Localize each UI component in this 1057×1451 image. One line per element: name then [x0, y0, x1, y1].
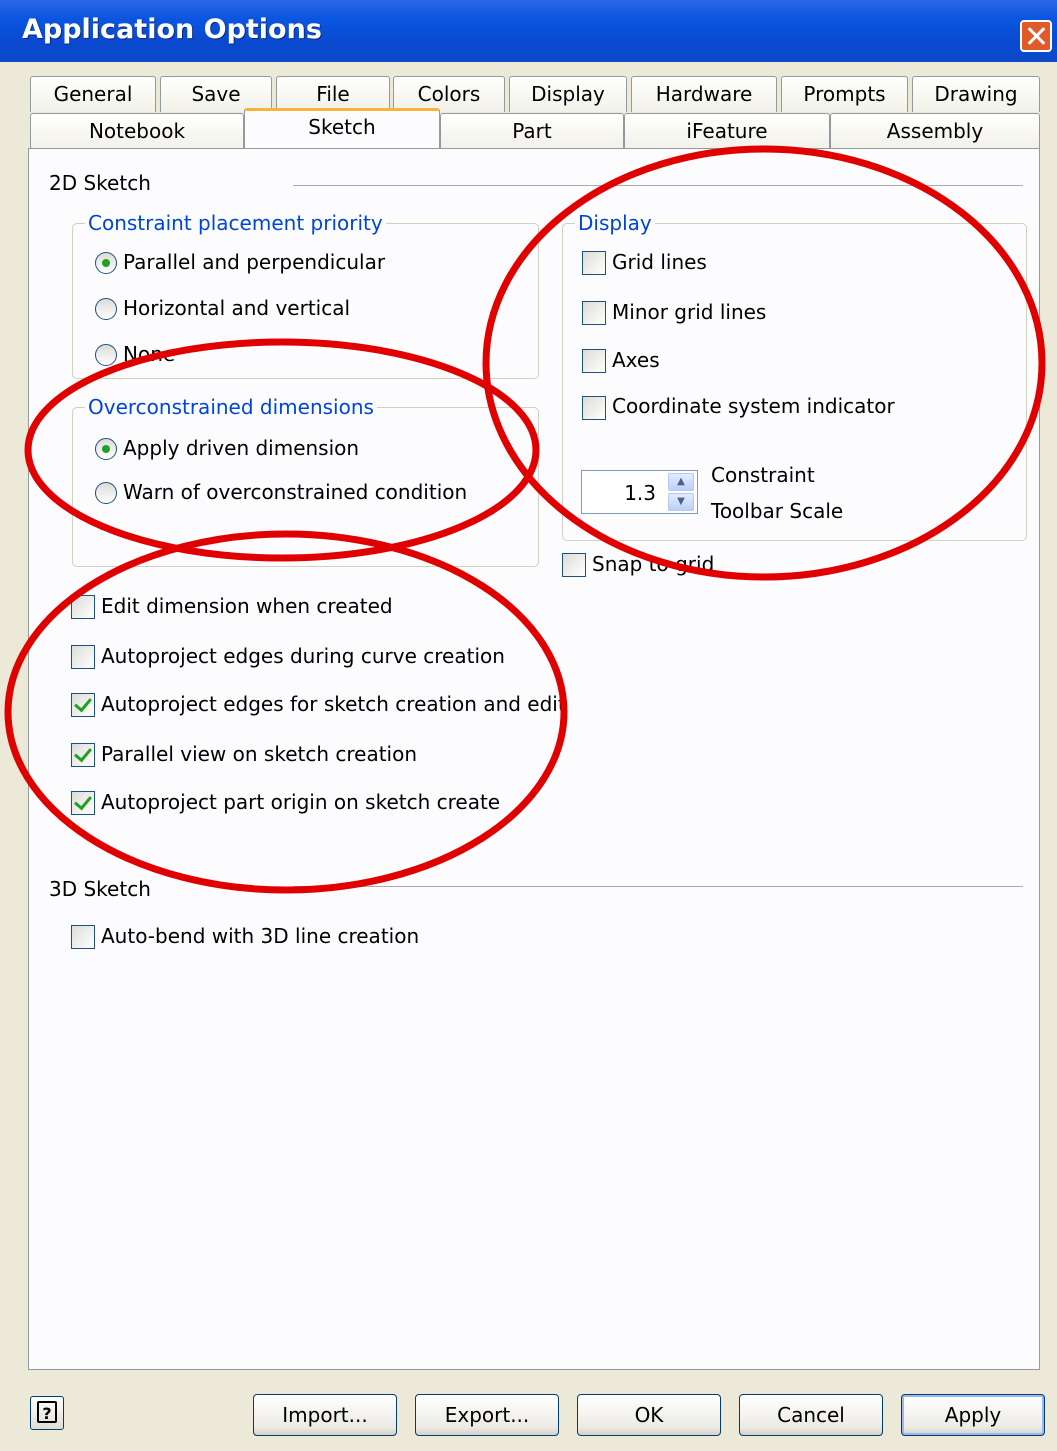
checkbox-autoproject-sketch[interactable]	[71, 693, 95, 717]
tab-colors[interactable]: Colors	[393, 76, 505, 112]
spin-up-icon[interactable]: ▲	[668, 473, 694, 491]
help-button[interactable]: ?	[30, 1396, 64, 1430]
checkbox-auto-bend[interactable]	[71, 925, 95, 949]
cancel-button[interactable]: Cancel	[739, 1394, 883, 1436]
checkbox-minor-grid-lines[interactable]	[582, 301, 606, 325]
checkbox-snap-to-grid[interactable]	[562, 553, 586, 577]
section-2d-sketch: 2D Sketch	[49, 171, 151, 195]
tab-save[interactable]: Save	[160, 76, 272, 112]
close-icon[interactable]	[1020, 20, 1052, 52]
radio-horizontal-vertical[interactable]	[95, 298, 117, 320]
ok-button[interactable]: OK	[577, 1394, 721, 1436]
radio-parallel-perpendicular[interactable]	[95, 252, 117, 274]
tab-sketch[interactable]: Sketch	[244, 108, 440, 148]
apply-button[interactable]: Apply	[901, 1394, 1045, 1436]
tab-ifeature[interactable]: iFeature	[624, 113, 830, 149]
import-button[interactable]: Import...	[253, 1394, 397, 1436]
checkbox-label: Auto-bend with 3D line creation	[101, 924, 420, 948]
radio-label: Apply driven dimension	[123, 436, 360, 460]
checkbox-coordinate-indicator[interactable]	[582, 396, 606, 420]
tab-hardware[interactable]: Hardware	[631, 76, 777, 112]
radio-none[interactable]	[95, 344, 117, 366]
application-options-dialog: Application Options General Save File Co…	[0, 0, 1057, 1451]
checkbox-label: Parallel view on sketch creation	[101, 742, 418, 766]
tab-prompts[interactable]: Prompts	[781, 76, 908, 112]
constraint-priority-title: Constraint placement priority	[85, 211, 386, 235]
overconstrained-title: Overconstrained dimensions	[85, 395, 377, 419]
checkbox-edit-dimension[interactable]	[71, 595, 95, 619]
radio-label: None	[123, 342, 176, 366]
separator-3d	[293, 886, 1023, 887]
checkbox-label: Edit dimension when created	[101, 594, 393, 618]
tab-part[interactable]: Part	[440, 113, 624, 149]
tab-general[interactable]: General	[30, 76, 156, 112]
checkbox-label: Coordinate system indicator	[612, 394, 895, 418]
radio-label: Horizontal and vertical	[123, 296, 351, 320]
checkbox-label: Axes	[612, 348, 660, 372]
checkbox-grid-lines[interactable]	[582, 251, 606, 275]
checkbox-label: Autoproject edges during curve creation	[101, 644, 505, 668]
tab-file[interactable]: File	[276, 76, 390, 112]
checkbox-autoproject-origin[interactable]	[71, 791, 95, 815]
checkbox-axes[interactable]	[582, 349, 606, 373]
checkbox-parallel-view[interactable]	[71, 743, 95, 767]
checkbox-label: Grid lines	[612, 250, 707, 274]
scale-label-line2: Toolbar Scale	[711, 499, 844, 523]
spinner-value: 1.3	[624, 481, 656, 505]
checkbox-label: Autoproject edges for sketch creation an…	[101, 692, 566, 716]
spin-down-icon[interactable]: ▼	[668, 493, 694, 511]
spinner-arrows: ▲ ▼	[668, 473, 694, 511]
section-3d-sketch: 3D Sketch	[49, 877, 151, 901]
tab-drawing[interactable]: Drawing	[912, 76, 1040, 112]
checkbox-autoproject-curve[interactable]	[71, 645, 95, 669]
toolbar-scale-spinner[interactable]: 1.3 ▲ ▼	[581, 470, 698, 514]
checkbox-label: Autoproject part origin on sketch create	[101, 790, 501, 814]
checkbox-label: Snap to grid	[592, 552, 715, 576]
tab-display[interactable]: Display	[509, 76, 627, 112]
scale-label-line1: Constraint	[711, 463, 815, 487]
export-button[interactable]: Export...	[415, 1394, 559, 1436]
checkbox-label: Minor grid lines	[612, 300, 767, 324]
help-icon: ?	[37, 1401, 57, 1423]
separator-2d	[293, 185, 1023, 186]
radio-label: Parallel and perpendicular	[123, 250, 386, 274]
radio-apply-driven[interactable]	[95, 438, 117, 460]
radio-warn-overconstrained[interactable]	[95, 482, 117, 504]
title-bar[interactable]: Application Options	[0, 0, 1057, 62]
display-title: Display	[575, 211, 655, 235]
sketch-tab-panel: 2D Sketch Constraint placement priority …	[28, 148, 1040, 1370]
window-title: Application Options	[22, 14, 322, 45]
radio-label: Warn of overconstrained condition	[123, 480, 468, 504]
tab-notebook[interactable]: Notebook	[30, 113, 244, 149]
tab-assembly[interactable]: Assembly	[830, 113, 1040, 149]
